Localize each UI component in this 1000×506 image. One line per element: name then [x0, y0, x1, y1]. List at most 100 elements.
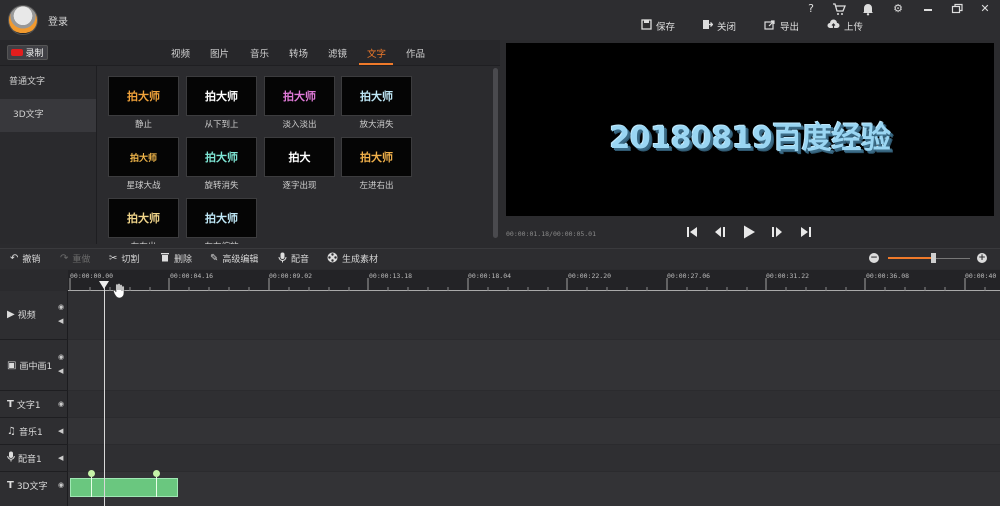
- effect-label: 星球大战: [126, 181, 161, 191]
- effect-label: 左进右出: [359, 181, 394, 191]
- close-project-button[interactable]: 关闭: [702, 19, 736, 33]
- track-video-lane[interactable]: [68, 291, 1000, 339]
- track-music-lane[interactable]: [68, 418, 1000, 444]
- effect-label: 左右缩放: [186, 240, 257, 244]
- track-text-lane[interactable]: [68, 391, 1000, 417]
- effect-label: 淡入淡出: [282, 120, 317, 130]
- speaker-icon[interactable]: ◀: [58, 427, 63, 435]
- category-normal-text[interactable]: 普通文字: [0, 66, 96, 99]
- avatar[interactable]: [8, 5, 38, 35]
- redo-icon: ↷: [60, 253, 69, 264]
- time-readout: 00:00:01.18/00:00:05.01: [506, 230, 597, 238]
- effect-thumb[interactable]: 拍大师: [186, 76, 257, 116]
- speaker-icon[interactable]: ◀: [58, 317, 63, 325]
- cut-button[interactable]: ✂ 切割: [109, 252, 139, 265]
- close-icon[interactable]: ✕: [978, 2, 992, 16]
- playhead-handle[interactable]: [99, 281, 109, 289]
- tab-works[interactable]: 作品: [406, 46, 425, 60]
- zoom-slider-handle[interactable]: [931, 253, 936, 263]
- music-icon: ♫: [7, 425, 16, 437]
- track-divider: [0, 339, 68, 340]
- effect-label: 逐字出现: [282, 181, 317, 191]
- effect-thumb[interactable]: 拍大: [264, 137, 335, 177]
- mic-icon: [278, 252, 287, 266]
- clip-keyframe[interactable]: [153, 470, 160, 477]
- save-icon: [641, 19, 652, 33]
- pen-icon: ✎: [210, 253, 219, 264]
- record-button[interactable]: 录制: [7, 45, 48, 60]
- edit-toolbar: [0, 248, 1000, 269]
- help-icon[interactable]: ?: [804, 2, 818, 16]
- tab-music[interactable]: 音乐: [250, 46, 269, 60]
- zoom-in-icon[interactable]: +: [977, 253, 987, 263]
- upload-button[interactable]: 上传: [827, 19, 863, 33]
- effect-thumb[interactable]: 拍大师: [264, 76, 335, 116]
- tab-video[interactable]: 视频: [171, 46, 190, 60]
- export-button[interactable]: 导出: [764, 19, 799, 33]
- tab-image[interactable]: 图片: [210, 46, 229, 60]
- step-forward-icon[interactable]: [769, 224, 785, 240]
- cloud-upload-icon: [827, 19, 840, 33]
- undo-button[interactable]: ↶ 撤销: [10, 252, 40, 265]
- delete-button[interactable]: 删除: [160, 252, 192, 265]
- pip-icon: ▣: [7, 359, 17, 371]
- skip-end-icon[interactable]: [798, 224, 814, 240]
- effect-label: 静止: [134, 120, 152, 130]
- advanced-edit-button[interactable]: ✎ 高级编辑: [210, 252, 258, 265]
- eye-icon[interactable]: ◉: [58, 481, 64, 489]
- effect-thumb[interactable]: 拍大师: [108, 137, 179, 177]
- bell-icon[interactable]: [861, 2, 875, 16]
- effect-thumb[interactable]: 拍大师: [108, 76, 179, 116]
- effect-thumb[interactable]: 拍大师: [186, 198, 257, 238]
- step-back-icon[interactable]: [712, 224, 728, 240]
- gear-icon[interactable]: ⚙: [891, 2, 905, 16]
- effect-thumb[interactable]: 拍大师: [341, 137, 412, 177]
- track-divider: [0, 417, 68, 418]
- tab-filter[interactable]: 滤镜: [328, 46, 347, 60]
- scissors-icon: ✂: [109, 253, 118, 264]
- redo-button[interactable]: ↷ 重做: [60, 252, 90, 265]
- zoom-out-icon[interactable]: −: [869, 253, 879, 263]
- track-dub-lane[interactable]: [68, 445, 1000, 471]
- category-3d-text[interactable]: 3D文字: [0, 99, 96, 132]
- trash-icon: [160, 252, 170, 265]
- clip-keyframe-line: [91, 477, 92, 497]
- preview-caption: 20180819百度经验: [609, 121, 892, 156]
- exit-icon: [702, 19, 714, 33]
- undo-icon: ↶: [10, 253, 19, 264]
- skip-start-icon[interactable]: [684, 224, 700, 240]
- tab-transition[interactable]: 转场: [289, 46, 308, 60]
- track-divider: [0, 444, 68, 445]
- active-tab-indicator: [359, 63, 393, 65]
- eye-icon[interactable]: ◉: [58, 303, 64, 311]
- play-icon[interactable]: [741, 224, 757, 240]
- zoom-slider-fill: [888, 257, 933, 259]
- effect-thumb[interactable]: 拍大师: [186, 137, 257, 177]
- effect-thumb[interactable]: 拍大师: [108, 198, 179, 238]
- ruler-corner: [0, 270, 68, 291]
- track-pip-lane[interactable]: [68, 340, 1000, 390]
- tab-text[interactable]: 文字: [367, 46, 386, 60]
- speaker-icon[interactable]: ◀: [58, 367, 63, 375]
- effect-label: 旋转消失: [204, 181, 239, 191]
- clip-keyframe[interactable]: [88, 470, 95, 477]
- restore-icon[interactable]: [950, 2, 964, 16]
- save-button[interactable]: 保存: [641, 19, 675, 33]
- mouse-cursor-icon: [113, 283, 125, 303]
- cart-icon[interactable]: [832, 2, 846, 16]
- dub-button[interactable]: 配音: [278, 252, 309, 265]
- eye-icon[interactable]: ◉: [58, 400, 64, 408]
- film-reel-icon: [327, 252, 338, 266]
- effect-thumb[interactable]: 拍大师: [341, 76, 412, 116]
- generate-material-button[interactable]: 生成素材: [327, 252, 378, 265]
- export-icon: [764, 19, 776, 33]
- 3d-text-clip[interactable]: [70, 478, 178, 497]
- effects-scrollbar[interactable]: [493, 68, 498, 238]
- effect-label: 左右出: [108, 240, 179, 244]
- speaker-icon[interactable]: ◀: [58, 454, 63, 462]
- track-3d-text-lane[interactable]: [68, 472, 1000, 506]
- eye-icon[interactable]: ◉: [58, 353, 64, 361]
- minimize-icon[interactable]: [921, 2, 935, 16]
- effect-label: 放大消失: [359, 120, 394, 130]
- login-link[interactable]: 登录: [48, 13, 68, 28]
